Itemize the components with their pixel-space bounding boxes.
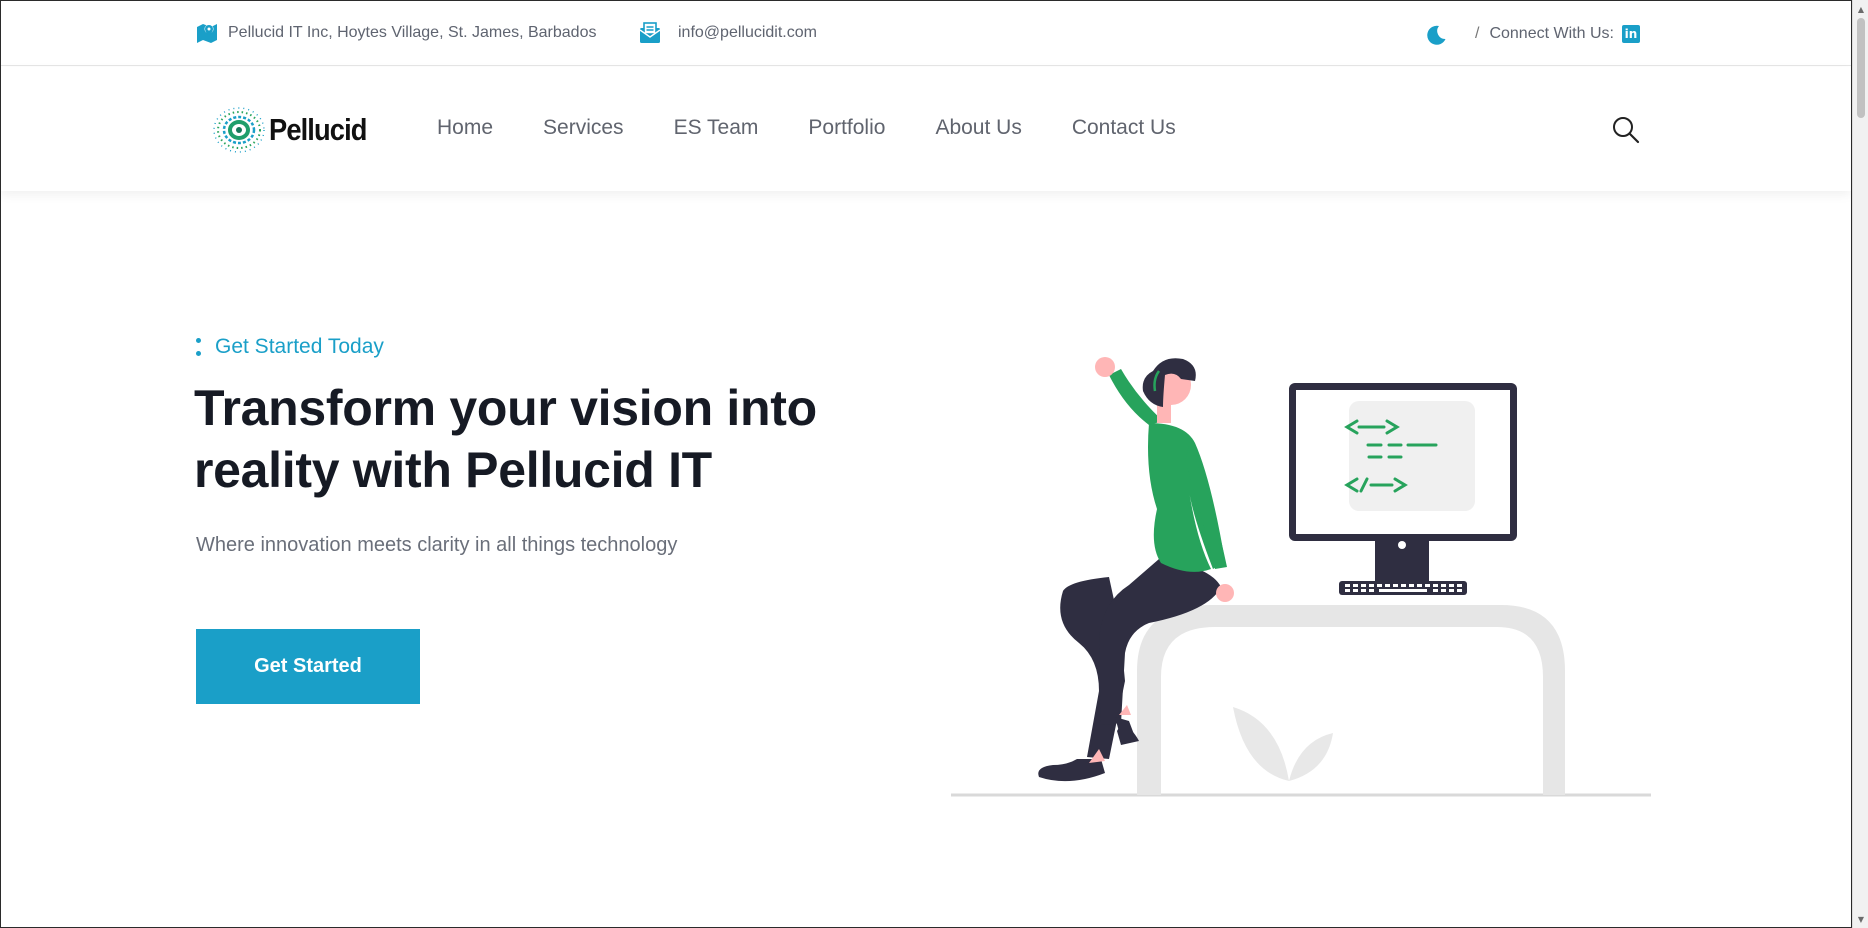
search-icon[interactable] [1611,115,1641,145]
map-pin-icon [195,21,219,45]
envelope-icon [638,21,662,45]
linkedin-icon[interactable]: in [1621,25,1640,43]
page-scrollbar[interactable]: ▲ ▼ [1852,0,1868,928]
email-item[interactable]: info@pellucidit.com [638,22,817,44]
scroll-down-icon[interactable]: ▼ [1853,912,1868,926]
hero-eyebrow: Get Started Today [196,335,384,359]
separator: / [1475,25,1480,42]
nav-item-services[interactable]: Services [543,116,624,140]
nav-item-about-us[interactable]: About Us [935,116,1021,140]
hero-headline: Transform your vision into reality with … [194,377,894,501]
page-viewport: Pellucid IT Inc, Hoytes Village, St. Jam… [1,1,1851,927]
site-logo[interactable]: Pellucid [213,106,380,154]
scroll-up-icon[interactable]: ▲ [1853,2,1868,16]
nav-item-portfolio[interactable]: Portfolio [808,116,885,140]
scroll-thumb[interactable] [1857,18,1865,118]
eyebrow-dots-icon [196,338,202,356]
address-text: Pellucid IT Inc, Hoytes Village, St. Jam… [228,24,597,41]
address-item: Pellucid IT Inc, Hoytes Village, St. Jam… [195,22,596,44]
headline-line-1: Transform your vision into [194,380,817,436]
moon-icon[interactable] [1424,23,1448,47]
nav-item-contact-us[interactable]: Contact Us [1072,116,1176,140]
primary-nav: Home Services ES Team Portfolio About Us… [437,116,1226,140]
hero-illustration [951,357,1651,797]
eyebrow-text: Get Started Today [215,335,384,358]
hero-subtitle: Where innovation meets clarity in all th… [196,534,678,556]
connect-label: Connect With Us: [1489,25,1614,42]
logo-wordmark: Pellucid [269,112,367,147]
nav-item-es-team[interactable]: ES Team [674,116,759,140]
email-link[interactable]: info@pellucidit.com [678,24,817,42]
social-connect: / Connect With Us: in [1475,23,1640,45]
nav-item-home[interactable]: Home [437,116,493,140]
headline-line-2: reality with Pellucid IT [194,442,712,498]
get-started-button[interactable]: Get Started [196,629,420,704]
logo-mark-icon [213,107,265,153]
main-navbar: Pellucid Home Services ES Team Portfolio… [1,67,1851,191]
top-info-bar: Pellucid IT Inc, Hoytes Village, St. Jam… [1,1,1851,66]
